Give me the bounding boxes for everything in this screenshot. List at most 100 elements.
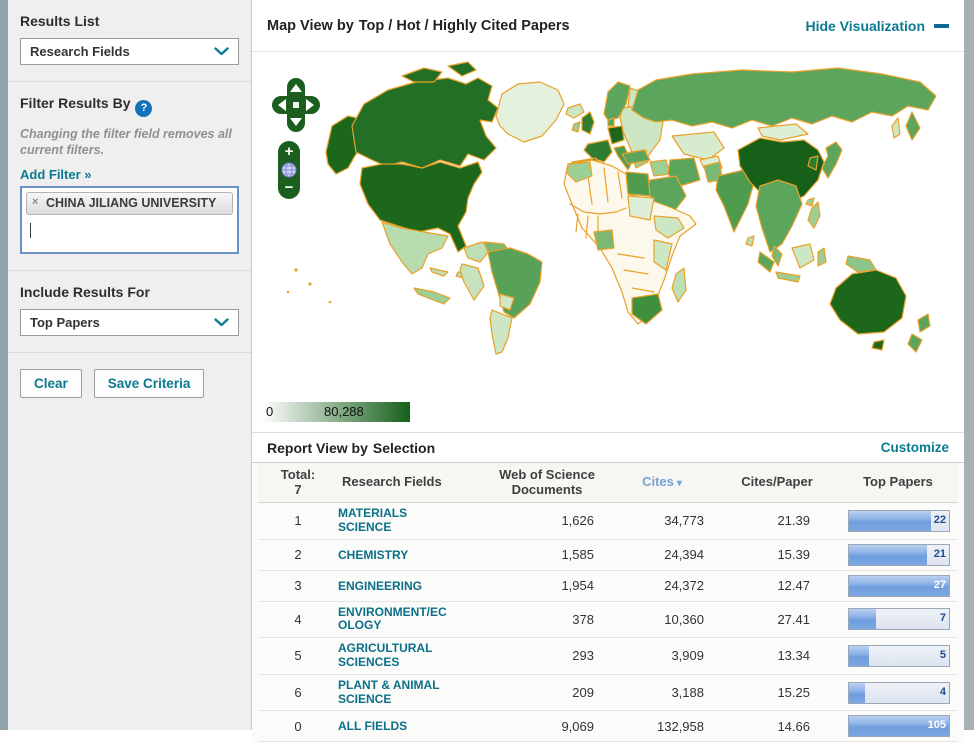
report-view-title: Report View by Selection	[267, 439, 436, 456]
field-link[interactable]: ALL FIELDS	[338, 720, 407, 734]
col-header-wos-documents[interactable]: Web of Science Documents	[486, 467, 608, 498]
country-sudan[interactable]	[627, 195, 655, 221]
country-central-america[interactable]	[413, 287, 451, 305]
cites-cell: 3,188	[671, 685, 704, 701]
world-map-panel: + − 0 80,288	[252, 52, 964, 432]
country-germany[interactable]	[607, 125, 625, 145]
country-new-zealand[interactable]	[917, 313, 931, 333]
cites-per-paper-cell: 15.25	[777, 685, 810, 701]
table-row: 0 ALL FIELDS 9,069 132,958 14.66 105	[258, 711, 958, 742]
field-link[interactable]: CHEMISTRY	[338, 548, 408, 563]
country-canada[interactable]	[351, 77, 499, 169]
table-header-row: Total: 7 Research Fields Web of Science …	[258, 463, 958, 503]
region-southeast-asia[interactable]	[755, 179, 803, 253]
chevron-down-icon	[214, 47, 229, 56]
cites-cell: 34,773	[664, 513, 704, 529]
map-view-title: Map View by Top / Hot / Highly Cited Pape…	[267, 17, 570, 34]
country-brazil[interactable]	[487, 247, 543, 319]
save-criteria-button[interactable]: Save Criteria	[93, 369, 205, 399]
add-filter-link[interactable]: Add Filter »	[20, 167, 92, 182]
country-japan[interactable]	[821, 141, 843, 179]
include-results-dropdown[interactable]: Top Papers	[20, 309, 239, 337]
country-philippines[interactable]	[807, 201, 821, 229]
country-australia[interactable]	[829, 269, 907, 335]
country-sri-lanka[interactable]	[745, 235, 755, 247]
results-list-selected: Research Fields	[30, 44, 130, 59]
page-scrollbar-track[interactable]	[964, 0, 974, 730]
rank-cell: 6	[294, 685, 302, 701]
customize-link[interactable]: Customize	[881, 440, 949, 455]
hide-visualization-link[interactable]: Hide Visualization	[805, 18, 949, 34]
cites-per-paper-cell: 21.39	[777, 513, 810, 529]
col-header-cites[interactable]: Cites ▾	[608, 474, 716, 490]
country-sulawesi[interactable]	[817, 247, 827, 267]
filter-input-box[interactable]: × CHINA JILIANG UNIVERSITY	[20, 186, 239, 255]
country-egypt[interactable]	[625, 171, 651, 197]
map-pan-control[interactable]	[272, 78, 320, 132]
sidebar-actions: Clear Save Criteria	[8, 352, 251, 414]
globe-icon[interactable]	[281, 162, 297, 178]
country-java[interactable]	[775, 271, 801, 283]
country-taiwan[interactable]	[805, 197, 815, 207]
zoom-in-icon[interactable]: +	[285, 143, 294, 160]
country-argentina[interactable]	[489, 309, 513, 355]
rank-cell: 2	[294, 547, 302, 563]
cites-cell: 10,360	[664, 611, 704, 627]
results-list-dropdown[interactable]: Research Fields	[20, 38, 239, 65]
table-row: 1 MATERIALS SCIENCE 1,626 34,773 21.39 2…	[258, 503, 958, 540]
country-mexico[interactable]	[381, 221, 449, 275]
page-left-edge	[0, 0, 8, 730]
docs-cell: 1,954	[561, 578, 594, 594]
country-new-zealand[interactable]	[907, 333, 923, 353]
country-denmark[interactable]	[607, 117, 615, 127]
country-canada-arctic[interactable]	[401, 67, 443, 83]
cites-per-paper-cell: 12.47	[777, 578, 810, 594]
country-mongolia[interactable]	[757, 123, 809, 141]
country-tasmania[interactable]	[871, 339, 885, 351]
country-peru[interactable]	[459, 263, 485, 301]
docs-cell: 209	[572, 685, 594, 701]
table-row: 5 AGRICULTURAL SCIENCES 293 3,909 13.34 …	[258, 638, 958, 675]
docs-cell: 378	[572, 611, 594, 627]
rank-cell: 0	[294, 718, 302, 734]
country-madagascar[interactable]	[671, 267, 687, 303]
country-greenland[interactable]	[495, 81, 565, 143]
zoom-out-icon[interactable]: −	[285, 179, 294, 196]
cites-per-paper-cell: 13.34	[777, 648, 810, 664]
field-link[interactable]: ENVIRONMENT/ECOLOGY	[338, 605, 450, 634]
world-map[interactable]	[252, 56, 954, 400]
country-nigeria[interactable]	[593, 229, 615, 251]
col-header-cites-per-paper[interactable]: Cites/Paper	[716, 474, 838, 490]
country-sakhalin[interactable]	[891, 117, 901, 139]
legend-max: 80,288	[324, 404, 364, 419]
country-new-guinea[interactable]	[845, 255, 877, 273]
field-link[interactable]: PLANT & ANIMAL SCIENCE	[338, 678, 450, 707]
docs-cell: 9,069	[561, 718, 594, 734]
top-papers-bar: 27	[848, 574, 950, 597]
cites-cell: 24,394	[664, 547, 704, 563]
top-papers-bar: 7	[848, 608, 950, 631]
country-iraq-syria[interactable]	[649, 159, 671, 177]
clear-button[interactable]: Clear	[20, 369, 82, 399]
country-russia[interactable]	[631, 67, 937, 129]
filter-tag: × CHINA JILIANG UNIVERSITY	[26, 192, 233, 216]
country-russia-kamchatka[interactable]	[905, 111, 921, 141]
field-link[interactable]: MATERIALS SCIENCE	[338, 506, 450, 535]
help-icon[interactable]: ?	[135, 100, 153, 117]
country-iceland[interactable]	[565, 103, 585, 119]
country-cuba[interactable]	[429, 267, 449, 277]
country-canada-arctic[interactable]	[447, 61, 477, 77]
country-borneo[interactable]	[791, 243, 815, 269]
country-uk[interactable]	[581, 111, 595, 135]
text-cursor	[30, 223, 31, 239]
map-zoom-control[interactable]: + −	[277, 140, 301, 200]
field-link[interactable]: AGRICULTURAL SCIENCES	[338, 641, 450, 670]
remove-tag-icon[interactable]: ×	[32, 196, 38, 209]
col-header-research-fields[interactable]: Research Fields	[338, 474, 486, 490]
country-ireland[interactable]	[571, 121, 581, 133]
field-link[interactable]: ENGINEERING	[338, 579, 422, 594]
col-header-top-papers[interactable]: Top Papers	[838, 474, 958, 490]
results-table: Total: 7 Research Fields Web of Science …	[252, 463, 964, 742]
pan-center[interactable]	[293, 102, 299, 108]
cites-cell: 132,958	[657, 718, 704, 734]
